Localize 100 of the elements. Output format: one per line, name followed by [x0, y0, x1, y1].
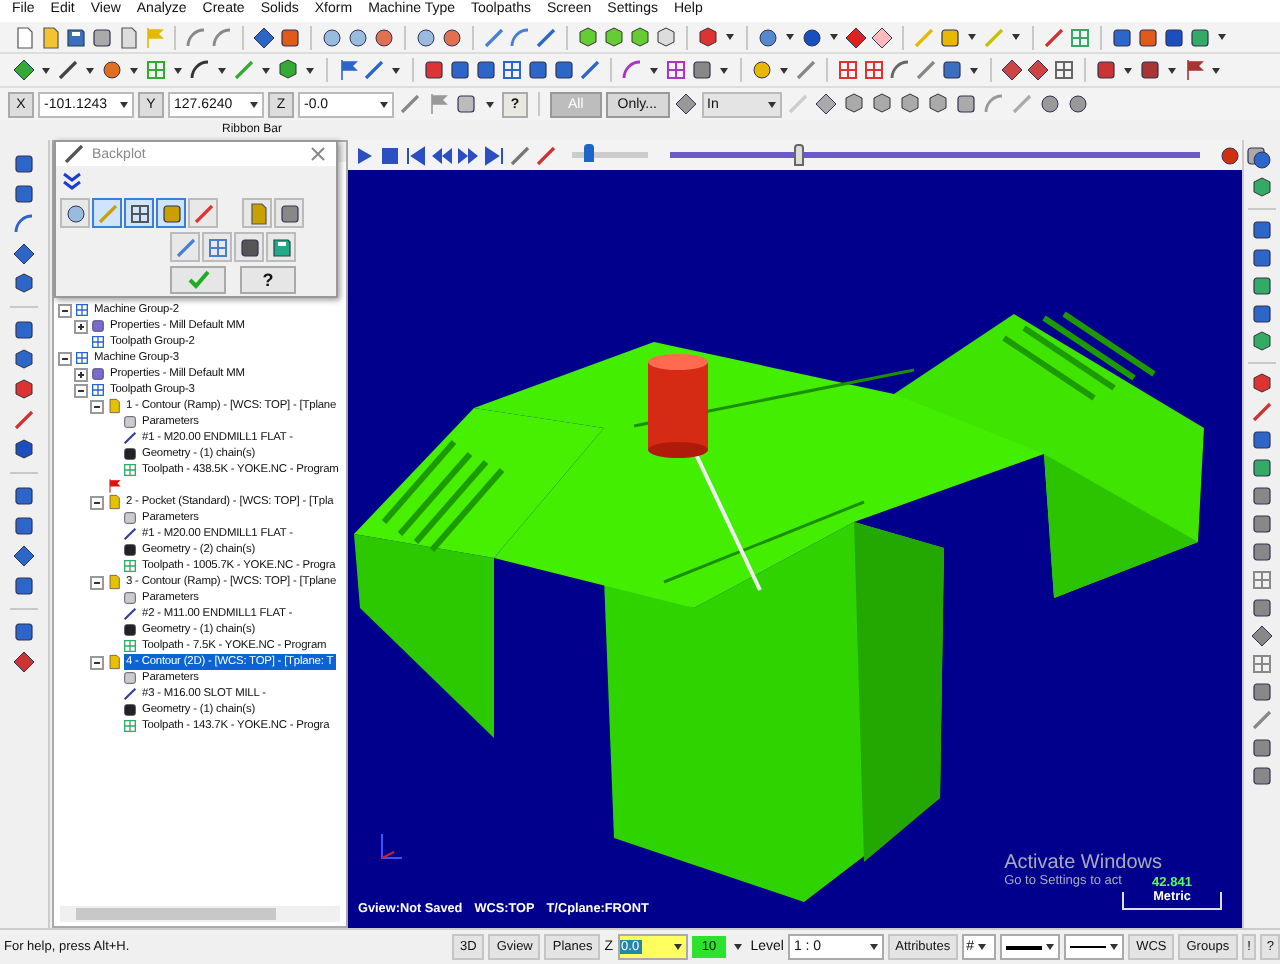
diamond-icon[interactable] [12, 544, 36, 569]
diamond-icon[interactable] [1250, 624, 1274, 649]
dialog-tool-button[interactable] [234, 232, 264, 262]
diamond-icon[interactable] [1026, 58, 1050, 83]
caret-icon[interactable] [380, 101, 388, 108]
rewind-icon[interactable] [430, 143, 454, 168]
caret-icon[interactable] [767, 101, 775, 108]
grid-icon[interactable] [1052, 58, 1076, 83]
caret-icon[interactable] [1212, 67, 1220, 74]
caret-icon[interactable] [42, 67, 50, 74]
grid-icon[interactable] [836, 58, 860, 83]
caret-icon[interactable] [262, 67, 270, 74]
grid-icon [122, 462, 138, 479]
arc-icon[interactable] [12, 212, 36, 237]
diamond-icon[interactable] [12, 242, 36, 267]
grid-icon [90, 382, 106, 399]
caret-icon[interactable] [734, 944, 743, 951]
caret-icon[interactable] [978, 944, 986, 951]
caret-icon[interactable] [968, 34, 976, 40]
line-icon[interactable] [578, 58, 602, 83]
caret-icon[interactable] [650, 67, 658, 74]
line-icon[interactable] [56, 58, 80, 83]
caret-icon[interactable] [720, 67, 728, 74]
toggle-button[interactable] [60, 198, 90, 228]
collapse-box[interactable] [90, 495, 104, 510]
close-icon[interactable] [306, 142, 330, 166]
caret-icon[interactable] [786, 34, 794, 40]
line-style-dropdown[interactable] [1000, 934, 1061, 961]
toggle-button[interactable] [274, 198, 304, 228]
help-button[interactable]: ? [240, 266, 296, 294]
fast-forward-icon[interactable] [456, 143, 480, 168]
diamond-icon[interactable] [12, 58, 36, 83]
caret-icon[interactable] [1218, 34, 1226, 40]
expand-box[interactable] [74, 367, 88, 382]
caret-icon[interactable] [1012, 34, 1020, 40]
toggle-button[interactable] [188, 198, 218, 228]
grid-icon[interactable] [862, 58, 886, 83]
arc-icon[interactable] [888, 58, 912, 83]
caret-icon[interactable] [86, 67, 94, 74]
caret-icon[interactable] [1124, 67, 1132, 74]
expand-box[interactable] [74, 319, 88, 334]
toggle-button[interactable] [156, 198, 186, 228]
caret-icon[interactable] [780, 67, 788, 74]
slider-thumb[interactable] [583, 144, 594, 163]
diamond-icon[interactable] [1000, 58, 1024, 83]
caret-icon[interactable] [130, 67, 138, 74]
flag-icon[interactable] [426, 92, 450, 117]
grid-icon [122, 718, 138, 735]
line-icon[interactable] [12, 408, 36, 433]
collapse-box[interactable] [90, 575, 104, 590]
skip-end-icon[interactable] [482, 143, 506, 168]
caret-icon[interactable] [1168, 67, 1176, 74]
caret-icon[interactable] [1110, 944, 1119, 951]
collapse-box[interactable] [74, 383, 88, 398]
grid-icon[interactable] [500, 58, 524, 83]
line-icon[interactable] [534, 25, 558, 49]
toggle-button[interactable] [124, 198, 154, 228]
skip-start-icon[interactable] [404, 143, 428, 168]
caret-icon[interactable] [830, 34, 838, 40]
caret-icon[interactable] [673, 944, 682, 951]
caret-icon[interactable] [250, 101, 258, 108]
caret-icon[interactable] [120, 101, 128, 108]
horizontal-scrollbar[interactable] [60, 906, 340, 923]
caret-icon[interactable] [306, 67, 314, 74]
collapse-box[interactable] [58, 351, 72, 366]
play-icon[interactable] [352, 143, 376, 168]
collapse-box[interactable] [90, 399, 104, 414]
flag-icon[interactable] [1182, 58, 1206, 83]
dialog-tool-button[interactable] [266, 232, 296, 262]
flag-icon[interactable] [336, 58, 360, 83]
grid-icon[interactable] [664, 58, 688, 83]
caret-icon[interactable] [970, 67, 978, 74]
line-icon[interactable] [362, 58, 386, 83]
double-chevron-icon[interactable] [60, 170, 84, 194]
arc-icon[interactable] [188, 58, 212, 83]
caret-icon[interactable] [174, 67, 182, 74]
grid-icon[interactable] [1250, 568, 1274, 593]
caret-icon[interactable] [1046, 944, 1055, 951]
line-icon[interactable] [534, 143, 558, 168]
line-width-dropdown[interactable] [1064, 934, 1125, 961]
toggle-button[interactable] [242, 198, 272, 228]
activation-notice-title: Activate Windows [1004, 852, 1162, 875]
line-icon[interactable] [1042, 25, 1066, 49]
collapse-box[interactable] [90, 655, 104, 670]
caret-icon[interactable] [486, 101, 494, 108]
caret-icon[interactable] [869, 944, 878, 951]
line-icon[interactable] [508, 143, 532, 168]
grid-icon[interactable] [1068, 25, 1092, 49]
line-icon[interactable] [1250, 400, 1274, 425]
caret-icon[interactable] [218, 67, 226, 74]
diamond-icon[interactable] [813, 92, 837, 117]
collapse-box[interactable] [58, 303, 72, 318]
stop-icon[interactable] [378, 143, 402, 168]
line-icon [122, 686, 138, 703]
diamond-icon[interactable] [673, 92, 697, 117]
toggle-button[interactable] [92, 198, 122, 228]
caret-icon[interactable] [726, 34, 734, 40]
diamond-icon[interactable] [12, 650, 36, 675]
caret-icon[interactable] [392, 67, 400, 74]
slider-thumb[interactable] [793, 144, 804, 167]
